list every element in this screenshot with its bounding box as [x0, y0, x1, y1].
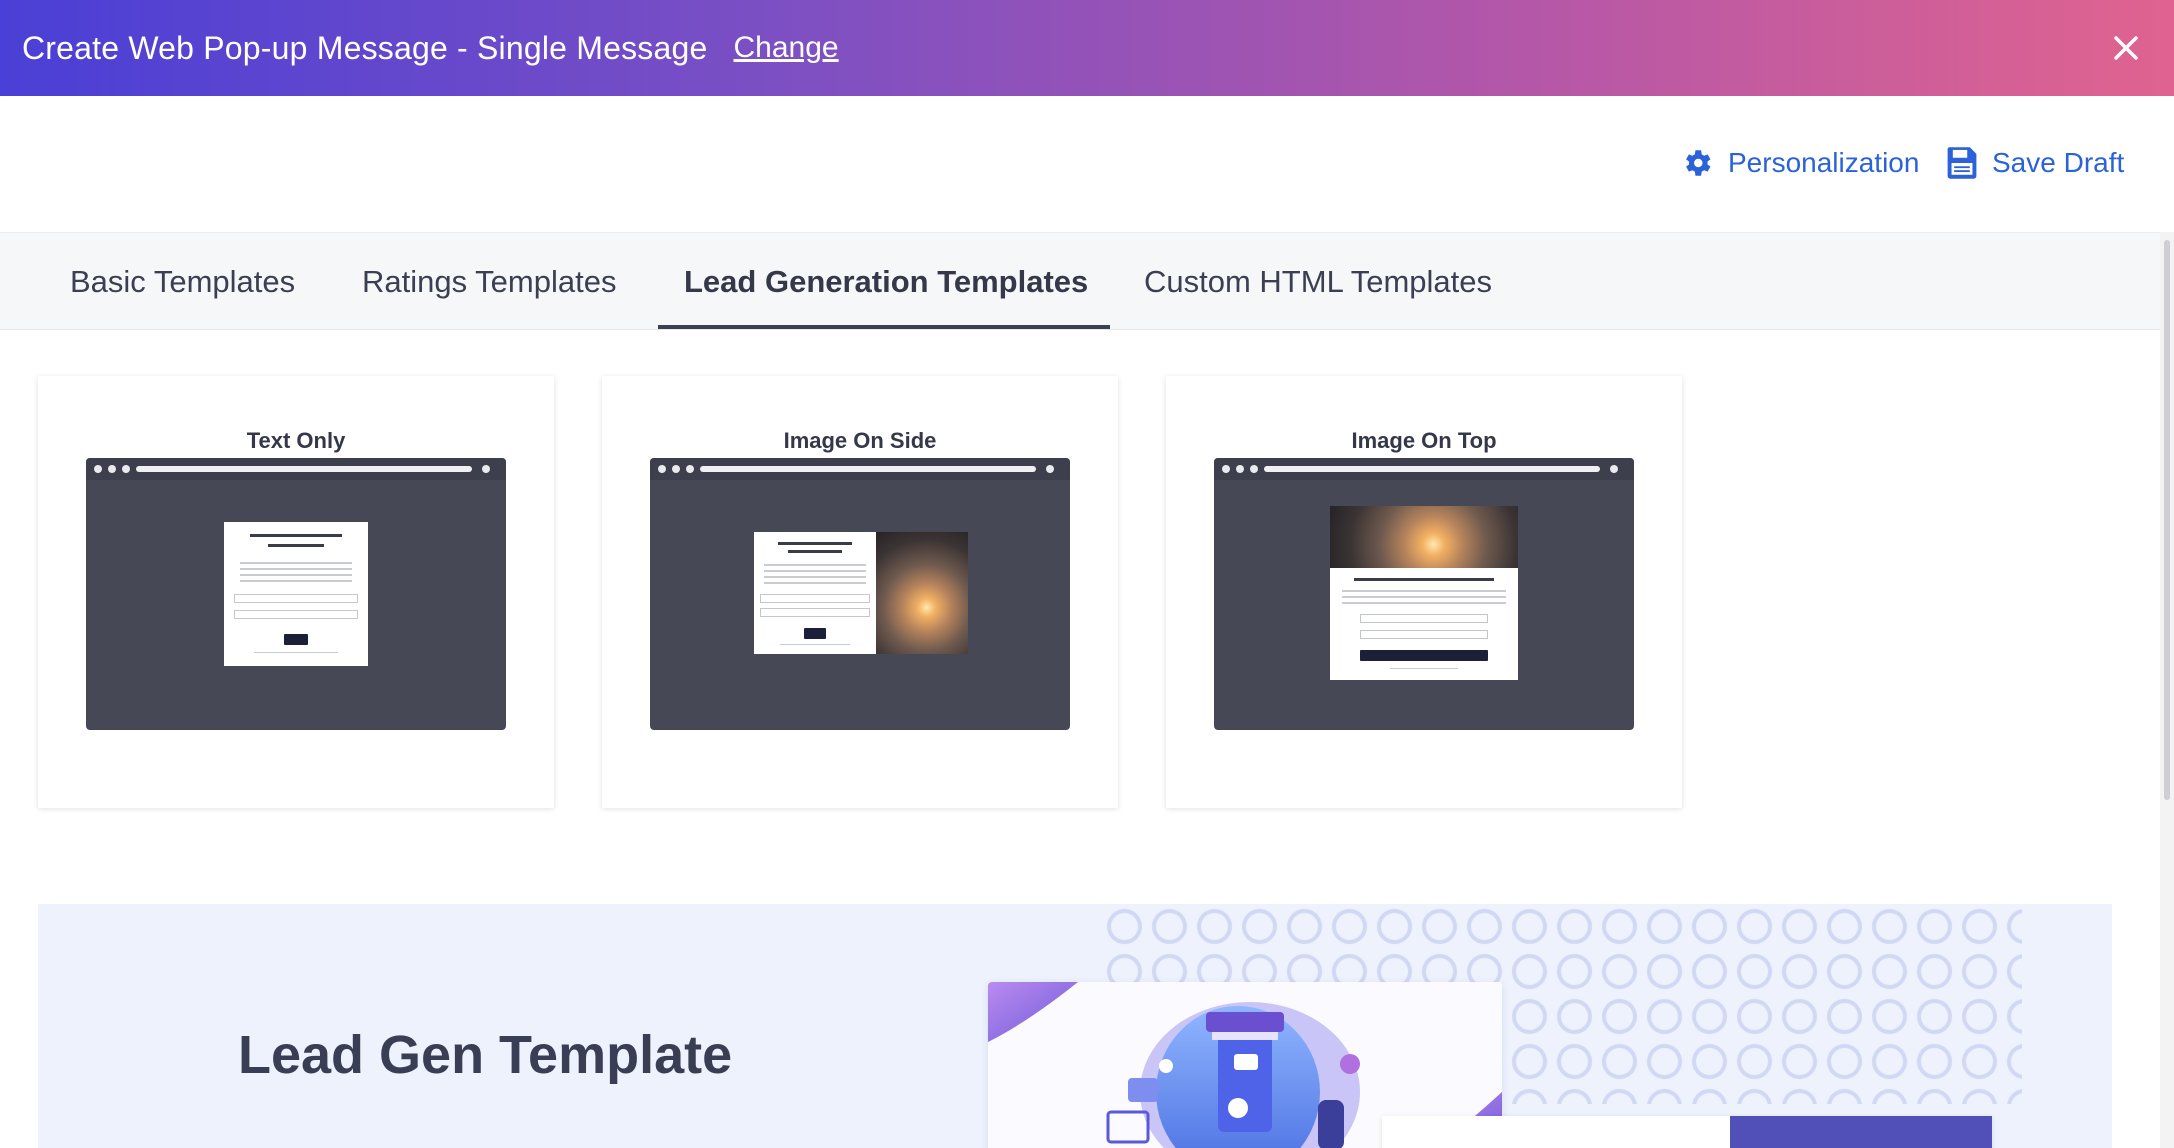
popup-mockup [754, 532, 876, 654]
promo-title: Lead Gen Template [238, 1025, 733, 1085]
template-card-image-on-top[interactable]: Image On Top [1166, 376, 1682, 808]
tab-basic-templates[interactable]: Basic Templates [70, 233, 295, 331]
browser-toolbar [86, 458, 506, 480]
template-tabs: Basic Templates Ratings Templates Lead G… [0, 232, 2160, 330]
browser-toolbar [650, 458, 1070, 480]
template-preview [650, 458, 1070, 730]
action-row: Personalization Save Draft [0, 96, 2174, 232]
lead-gen-promo-banner: Lead Gen Template [38, 904, 2112, 1148]
active-tab-indicator [658, 325, 1110, 329]
template-preview [1214, 458, 1634, 730]
scrollbar-thumb[interactable] [2164, 240, 2170, 800]
header-bar: Create Web Pop-up Message - Single Messa… [0, 0, 2174, 96]
page-title: Create Web Pop-up Message - Single Messa… [22, 29, 708, 66]
tab-ratings-templates[interactable]: Ratings Templates [362, 233, 616, 331]
template-preview [86, 458, 506, 730]
popup-mockup [224, 522, 368, 666]
floppy-disk-icon [1947, 147, 1977, 179]
save-draft-button[interactable]: Save Draft [1946, 146, 2124, 180]
close-icon[interactable] [2106, 28, 2146, 68]
personalization-label: Personalization [1728, 147, 1920, 178]
popup-mockup [1330, 568, 1518, 680]
promo-preview-panel-accent [1730, 1116, 1992, 1148]
sunset-image [1330, 506, 1518, 568]
browser-toolbar [1214, 458, 1634, 480]
save-draft-label: Save Draft [1992, 147, 2125, 178]
template-card-title: Text Only [246, 428, 346, 453]
gear-icon [1686, 150, 1711, 176]
tab-custom-html-templates[interactable]: Custom HTML Templates [1144, 233, 1492, 331]
template-card-title: Image On Side [783, 428, 937, 453]
change-link[interactable]: Change [734, 31, 839, 65]
template-card-text-only[interactable]: Text Only [38, 376, 554, 808]
tab-lead-generation-templates[interactable]: Lead Generation Templates [684, 233, 1088, 331]
sunset-image [876, 532, 968, 654]
template-card-title: Image On Top [1351, 428, 1497, 453]
template-card-image-on-side[interactable]: Image On Side [602, 376, 1118, 808]
personalization-button[interactable]: Personalization [1680, 146, 1919, 180]
scrollbar[interactable] [2160, 232, 2174, 1148]
